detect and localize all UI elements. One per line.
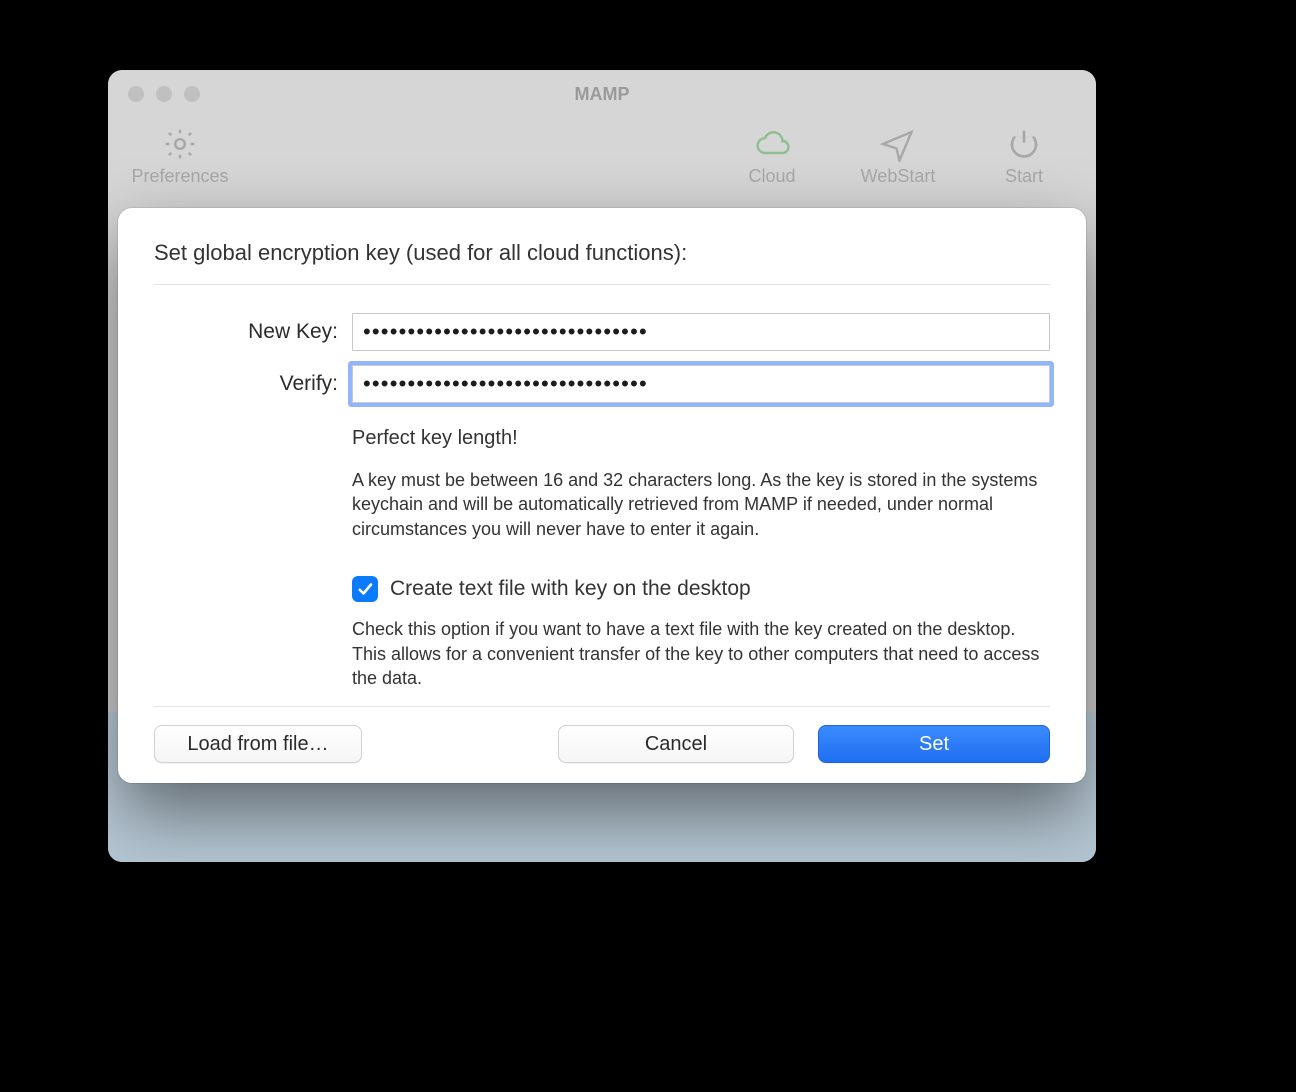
toolbar-start-label: Start — [1005, 166, 1043, 187]
set-button[interactable]: Set — [818, 725, 1050, 763]
titlebar: MAMP — [108, 70, 1096, 118]
zoom-icon[interactable] — [184, 86, 200, 102]
toolbar-webstart[interactable]: WebStart — [852, 126, 944, 187]
toolbar-cloud[interactable]: Cloud — [726, 126, 818, 187]
toolbar-start[interactable]: Start — [978, 126, 1070, 187]
close-icon[interactable] — [128, 86, 144, 102]
checkmark-icon — [356, 580, 374, 598]
plane-icon — [880, 126, 916, 162]
toolbar-preferences-label: Preferences — [131, 166, 228, 187]
encryption-key-dialog: Set global encryption key (used for all … — [118, 208, 1086, 783]
new-key-label: New Key: — [154, 320, 352, 344]
load-from-file-button[interactable]: Load from file… — [154, 725, 362, 763]
gear-icon — [162, 126, 198, 162]
toolbar: Preferences Cloud WebStart Start — [108, 118, 1096, 212]
toolbar-preferences[interactable]: Preferences — [134, 126, 226, 187]
minimize-icon[interactable] — [156, 86, 172, 102]
cloud-icon — [754, 126, 790, 162]
window-title: MAMP — [108, 84, 1096, 105]
create-file-checkbox-label[interactable]: Create text file with key on the desktop — [390, 575, 751, 603]
dialog-heading: Set global encryption key (used for all … — [154, 240, 1050, 284]
key-status-text: Perfect key length! — [352, 425, 1050, 452]
power-icon — [1006, 126, 1042, 162]
toolbar-webstart-label: WebStart — [861, 166, 936, 187]
window-controls[interactable] — [128, 86, 200, 102]
verify-label: Verify: — [154, 372, 352, 396]
create-file-checkbox[interactable] — [352, 576, 378, 602]
cancel-button[interactable]: Cancel — [558, 725, 794, 763]
dialog-button-bar: Load from file… Cancel Set — [154, 707, 1050, 763]
create-file-help-text: Check this option if you want to have a … — [352, 617, 1050, 690]
toolbar-cloud-label: Cloud — [748, 166, 795, 187]
new-key-input[interactable] — [352, 313, 1050, 351]
key-help-text: A key must be between 16 and 32 characte… — [352, 468, 1050, 541]
verify-input[interactable] — [352, 365, 1050, 403]
